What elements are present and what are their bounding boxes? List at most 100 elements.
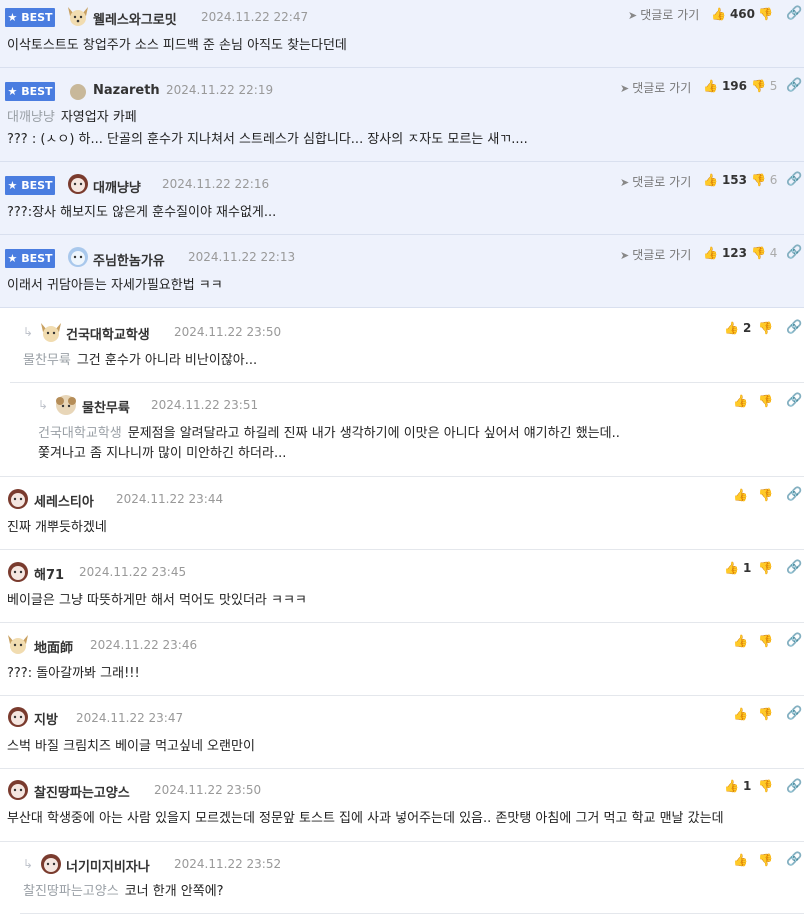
mention[interactable]: 찰진땅파는고양스	[23, 884, 119, 899]
mention[interactable]: 대깨냥냥	[7, 110, 55, 125]
nickname[interactable]: 물찬무륙	[82, 397, 130, 416]
timestamp: 2024.11.22 23:52	[174, 857, 282, 871]
upvote-button[interactable]: 👍	[733, 853, 748, 867]
link-icon[interactable]: 🔗	[786, 487, 802, 502]
link-icon[interactable]: 🔗	[786, 172, 802, 187]
comment-text: 이래서 귀담아듣는 자세가필요한법 ㅋㅋ	[7, 278, 223, 293]
comment-text: 물찬무륙 그건 훈수가 아니라 비난이잖아...	[23, 353, 258, 368]
avatar	[39, 852, 63, 876]
reply-comment: ↳ 건국대학교학생 2024.11.22 23:50 👍 2 👎 🔗 물찬무륙 그건…	[0, 308, 804, 382]
comment-text: 베이글은 그냥 따뜻하게만 해서 먹어도 맛있더라 ㅋㅋㅋ	[7, 593, 307, 608]
downvote-button[interactable]: 👎 5	[751, 79, 777, 93]
upvote-button[interactable]: 👍 1	[724, 561, 751, 575]
best-badge: ★ BEST	[5, 82, 55, 101]
nickname[interactable]: 주님한놈가유	[93, 250, 165, 269]
thumbs-up-icon: 👍	[703, 246, 718, 260]
link-icon[interactable]: 🔗	[786, 6, 802, 21]
downvote-button[interactable]: 👎	[758, 634, 773, 648]
upvote-button[interactable]: 👍 196	[703, 79, 747, 93]
downvote-button[interactable]: 👎	[758, 707, 773, 721]
thumbs-up-icon: 👍	[733, 707, 748, 721]
avatar	[6, 778, 30, 802]
nickname[interactable]: 地面師	[34, 637, 73, 656]
upvote-button[interactable]: 👍	[733, 394, 748, 408]
best-badge: ★ BEST	[5, 249, 55, 268]
thumbs-up-icon: 👍	[733, 488, 748, 502]
arrow-icon: ➤	[620, 176, 630, 189]
reply-comment: ↳ 너기미지비자나 2024.11.22 23:52 👍 👎 🔗 찰진땅파는고양…	[0, 842, 804, 915]
downvote-button[interactable]: 👎	[758, 394, 773, 408]
upvote-button[interactable]: 👍	[733, 488, 748, 502]
link-icon[interactable]: 🔗	[786, 560, 802, 575]
nickname[interactable]: 해71	[34, 564, 64, 583]
comment-text: ???: 돌아갈까봐 그래!!!	[7, 666, 140, 681]
link-icon[interactable]: 🔗	[786, 78, 802, 93]
downvote-button[interactable]: 👎 6	[751, 173, 777, 187]
comment-text: 찰진땅파는고양스 코너 한개 안쪽에?	[23, 884, 224, 899]
nickname[interactable]: 웰레스와그로밋	[93, 9, 177, 28]
nickname[interactable]: 건국대학교학생	[66, 324, 150, 343]
upvote-button[interactable]: 👍	[733, 634, 748, 648]
goto-comment-link[interactable]: ➤ 댓글로 가기	[628, 6, 699, 23]
upvote-button[interactable]: 👍	[733, 707, 748, 721]
thumbs-down-icon: 👎	[758, 394, 773, 408]
reply-arrow-icon: ↳	[38, 398, 49, 412]
link-icon[interactable]: 🔗	[786, 245, 802, 260]
upvote-button[interactable]: 👍 2	[724, 321, 751, 335]
nickname[interactable]: 너기미지비자나	[66, 856, 150, 875]
comment-text: 진짜 개뿌듯하겠네	[7, 520, 107, 535]
mention[interactable]: 물찬무륙	[23, 353, 71, 368]
mention[interactable]: 건국대학교학생	[38, 426, 122, 441]
thumbs-up-icon: 👍	[733, 634, 748, 648]
downvote-button[interactable]: 👎	[758, 561, 773, 575]
downvote-button[interactable]: 👎	[758, 321, 773, 335]
comment: 찰진땅파는고양스 2024.11.22 23:50 👍 1 👎 🔗 부산대 학생중…	[0, 769, 804, 842]
link-icon[interactable]: 🔗	[786, 320, 802, 335]
avatar	[6, 632, 30, 656]
downvote-button[interactable]: 👎 4	[751, 246, 777, 260]
downvote-button[interactable]: 👎	[758, 779, 773, 793]
thumbs-down-icon: 👎	[751, 246, 766, 260]
link-icon[interactable]: 🔗	[786, 633, 802, 648]
link-icon[interactable]: 🔗	[786, 779, 802, 794]
link-icon[interactable]: 🔗	[786, 852, 802, 867]
timestamp: 2024.11.22 23:50	[174, 325, 282, 339]
downvote-button[interactable]: 👎	[758, 7, 773, 21]
reply-arrow-icon: ↳	[23, 857, 34, 871]
comment-best: ★ BEST 웰레스와그로밋 2024.11.22 22:47 ➤ 댓글로 가기 …	[0, 0, 804, 68]
upvote-button[interactable]: 👍 123	[703, 246, 747, 260]
goto-comment-link[interactable]: ➤ 댓글로 가기	[620, 246, 691, 263]
thumbs-down-icon: 👎	[758, 488, 773, 502]
downvote-button[interactable]: 👎	[758, 488, 773, 502]
thumbs-down-icon: 👎	[758, 707, 773, 721]
nickname[interactable]: 지방	[34, 709, 58, 728]
reply-arrow-icon: ↳	[23, 325, 34, 339]
comment-text: 건국대학교학생 문제점을 알려달라고 하길레 진짜 내가 생각하기에 이맛은 아니…	[38, 426, 620, 441]
downvote-button[interactable]: 👎	[758, 853, 773, 867]
timestamp: 2024.11.22 22:13	[188, 250, 296, 264]
avatar	[66, 172, 90, 196]
goto-comment-link[interactable]: ➤ 댓글로 가기	[620, 173, 691, 190]
upvote-button[interactable]: 👍 460	[711, 7, 755, 21]
link-icon[interactable]: 🔗	[786, 706, 802, 721]
avatar	[66, 245, 90, 269]
thumbs-up-icon: 👍	[703, 79, 718, 93]
avatar	[54, 393, 78, 417]
thumbs-down-icon: 👎	[758, 321, 773, 335]
link-icon[interactable]: 🔗	[786, 393, 802, 408]
nickname[interactable]: 대깨냥냥	[93, 177, 141, 196]
upvote-button[interactable]: 👍 1	[724, 779, 751, 793]
thumbs-down-icon: 👎	[758, 634, 773, 648]
comment-best: ★ BEST Nazareth 2024.11.22 22:19 ➤ 댓글로 가기…	[0, 68, 804, 162]
thumbs-down-icon: 👎	[758, 561, 773, 575]
upvote-button[interactable]: 👍 153	[703, 173, 747, 187]
comment-text: ???:장사 해보지도 않은게 훈수질이야 재수없게...	[7, 205, 277, 220]
arrow-icon: ➤	[628, 9, 638, 22]
goto-comment-link[interactable]: ➤ 댓글로 가기	[620, 79, 691, 96]
thumbs-up-icon: 👍	[724, 779, 739, 793]
nickname[interactable]: Nazareth	[93, 83, 160, 98]
nickname[interactable]: 세레스티아	[34, 491, 94, 510]
comment-text-line2: 쫓겨나고 좀 지나니까 많이 미안하긴 하더라...	[38, 446, 287, 461]
avatar	[66, 4, 90, 28]
nickname[interactable]: 찰진땅파는고양스	[34, 782, 130, 801]
